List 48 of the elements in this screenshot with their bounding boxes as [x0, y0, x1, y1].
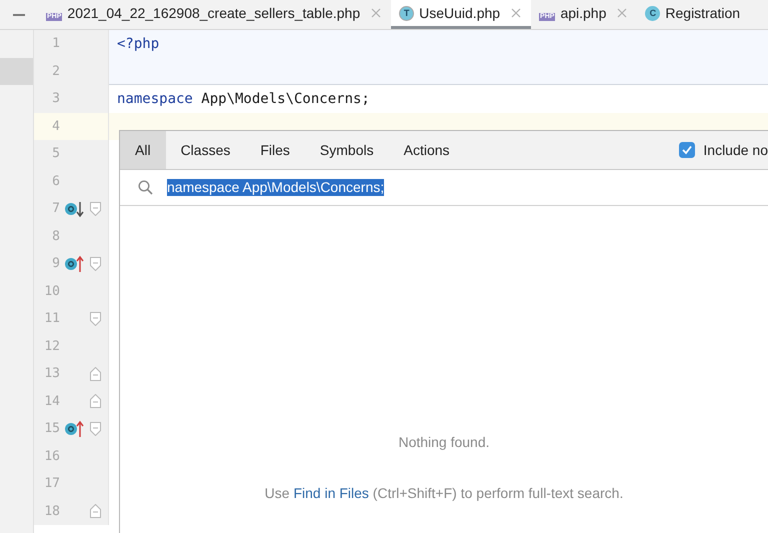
line-number: 1 [51, 36, 60, 52]
trait-icon: T [399, 6, 414, 20]
fold-marker-icon[interactable] [90, 366, 101, 381]
method-marker-icon[interactable] [64, 200, 86, 218]
line-number: 5 [51, 146, 60, 162]
search-tab[interactable]: Actions [388, 131, 465, 169]
line-number: 16 [43, 448, 60, 464]
fold-marker-icon[interactable] [90, 394, 101, 408]
close-icon[interactable] [511, 8, 522, 18]
fold-marker-icon[interactable] [90, 256, 101, 271]
find-in-files-link[interactable]: Find in Files [293, 485, 369, 501]
fold-marker-icon[interactable] [90, 202, 101, 216]
method-marker-icon[interactable] [64, 420, 86, 438]
editor-tab[interactable]: T UseUuid.php [391, 0, 532, 29]
line-number: 15 [43, 421, 60, 436]
search-tab[interactable]: Files [245, 131, 305, 169]
search-tab[interactable]: All [120, 131, 166, 169]
fold-marker-icon[interactable] [90, 422, 101, 436]
checkbox-label: Include no [703, 142, 768, 158]
line-number: 11 [43, 311, 60, 326]
close-icon[interactable] [371, 8, 382, 18]
code-line: namespace App\Models\Concerns; [116, 90, 371, 109]
line-number: 17 [43, 476, 60, 492]
hint-text: Use Find in Files (Ctrl+Shift+F) to perform full-text search. [264, 485, 624, 501]
search-tab[interactable]: Symbols [304, 131, 389, 169]
method-marker-icon[interactable] [64, 254, 86, 273]
empty-message: Nothing found. [398, 434, 490, 450]
class-icon: C [645, 6, 660, 20]
line-number: 8 [51, 228, 60, 244]
line-number: 12 [43, 338, 60, 354]
editor-tab[interactable]: C Registration [637, 0, 750, 29]
line-number: 18 [43, 504, 60, 519]
line-number: 10 [43, 284, 60, 299]
line-number: 9 [51, 256, 60, 272]
search-icon [138, 180, 153, 195]
search-field[interactable]: namespace App\Models\Concerns; [167, 179, 384, 196]
line-number: 6 [51, 174, 60, 189]
line-number: 4 [51, 118, 60, 134]
line-number: 7 [51, 201, 60, 216]
search-tab[interactable]: Classes [166, 131, 246, 169]
checkbox[interactable] [679, 142, 696, 158]
close-icon[interactable] [617, 8, 628, 18]
line-number: 14 [43, 394, 60, 409]
line-number: 3 [51, 91, 60, 106]
fold-marker-icon[interactable] [90, 504, 101, 518]
line-number: 13 [43, 366, 60, 382]
line-number: 2 [51, 64, 60, 79]
fold-marker-icon[interactable] [90, 312, 101, 326]
